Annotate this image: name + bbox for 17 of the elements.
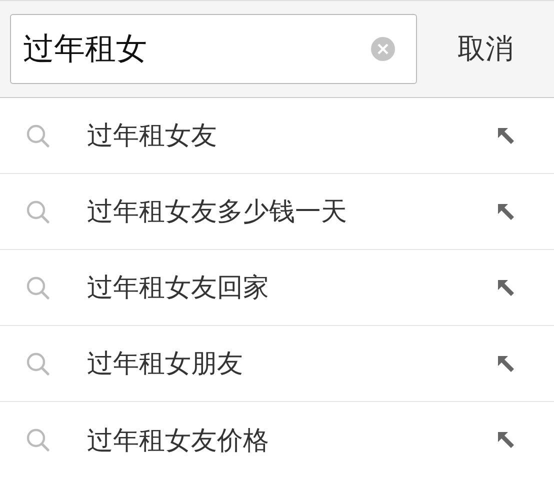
- arrow-icon[interactable]: [496, 126, 516, 146]
- arrow-icon[interactable]: [496, 202, 516, 222]
- search-icon: [26, 276, 50, 300]
- search-icon: [26, 352, 50, 376]
- arrow-icon[interactable]: [496, 278, 516, 298]
- suggestion-item[interactable]: 过年租女朋友: [87, 346, 496, 381]
- suggestion-item[interactable]: 过年租女友价格: [87, 422, 496, 458]
- arrow-icon[interactable]: [496, 354, 516, 374]
- cancel-button[interactable]: 取消: [417, 14, 554, 84]
- search-icon: [26, 428, 50, 452]
- suggestion-item[interactable]: 过年租女友回家: [87, 270, 496, 305]
- search-icon: [26, 124, 50, 148]
- suggestion-item[interactable]: 过年租女友多少钱一天: [87, 194, 496, 229]
- suggestion-item[interactable]: 过年租女友: [87, 118, 496, 153]
- arrow-icon[interactable]: [496, 430, 516, 450]
- search-icon: [26, 200, 50, 224]
- search-field[interactable]: 过年租女: [10, 14, 417, 84]
